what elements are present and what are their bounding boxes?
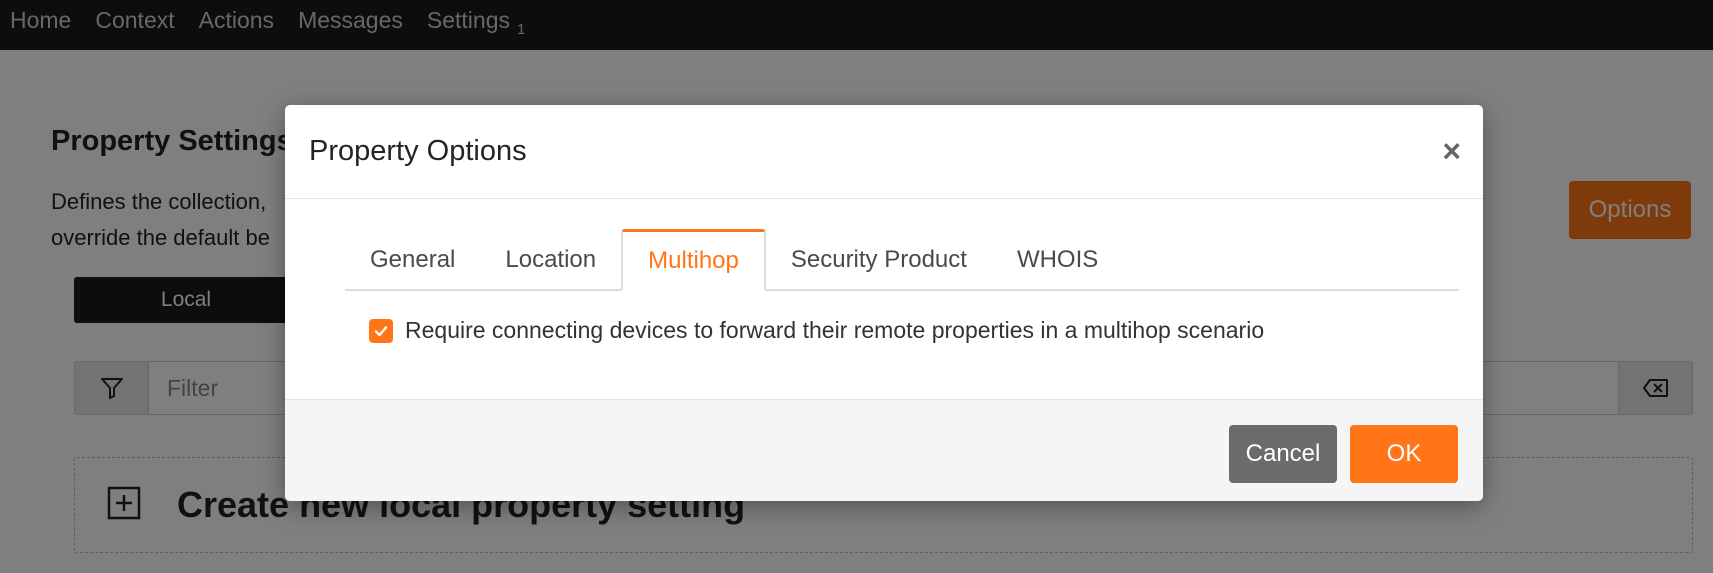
tab-multihop[interactable]: Multihop xyxy=(621,229,766,291)
cancel-button[interactable]: Cancel xyxy=(1229,425,1337,483)
tab-general[interactable]: General xyxy=(345,229,480,291)
dialog-header: Property Options × xyxy=(285,105,1483,199)
tab-bar: General Location Multihop Security Produ… xyxy=(345,229,1459,291)
app-window: Home Context Actions Messages Settings 1… xyxy=(0,0,1713,573)
dialog-title: Property Options xyxy=(309,135,527,167)
ok-button[interactable]: OK xyxy=(1350,425,1458,483)
require-forwarding-checkbox[interactable] xyxy=(369,318,393,343)
property-options-dialog: Property Options × General Location Mult… xyxy=(285,105,1483,501)
close-icon[interactable]: × xyxy=(1442,135,1461,167)
checkbox-label: Require connecting devices to forward th… xyxy=(405,317,1265,343)
tab-location[interactable]: Location xyxy=(480,229,621,291)
dialog-body: General Location Multihop Security Produ… xyxy=(285,199,1483,399)
multihop-option: Require connecting devices to forward th… xyxy=(369,317,1264,344)
tab-whois[interactable]: WHOIS xyxy=(992,229,1123,291)
dialog-footer: Cancel OK xyxy=(285,399,1483,501)
tab-security-product[interactable]: Security Product xyxy=(766,229,992,291)
checkmark-icon xyxy=(374,325,388,336)
